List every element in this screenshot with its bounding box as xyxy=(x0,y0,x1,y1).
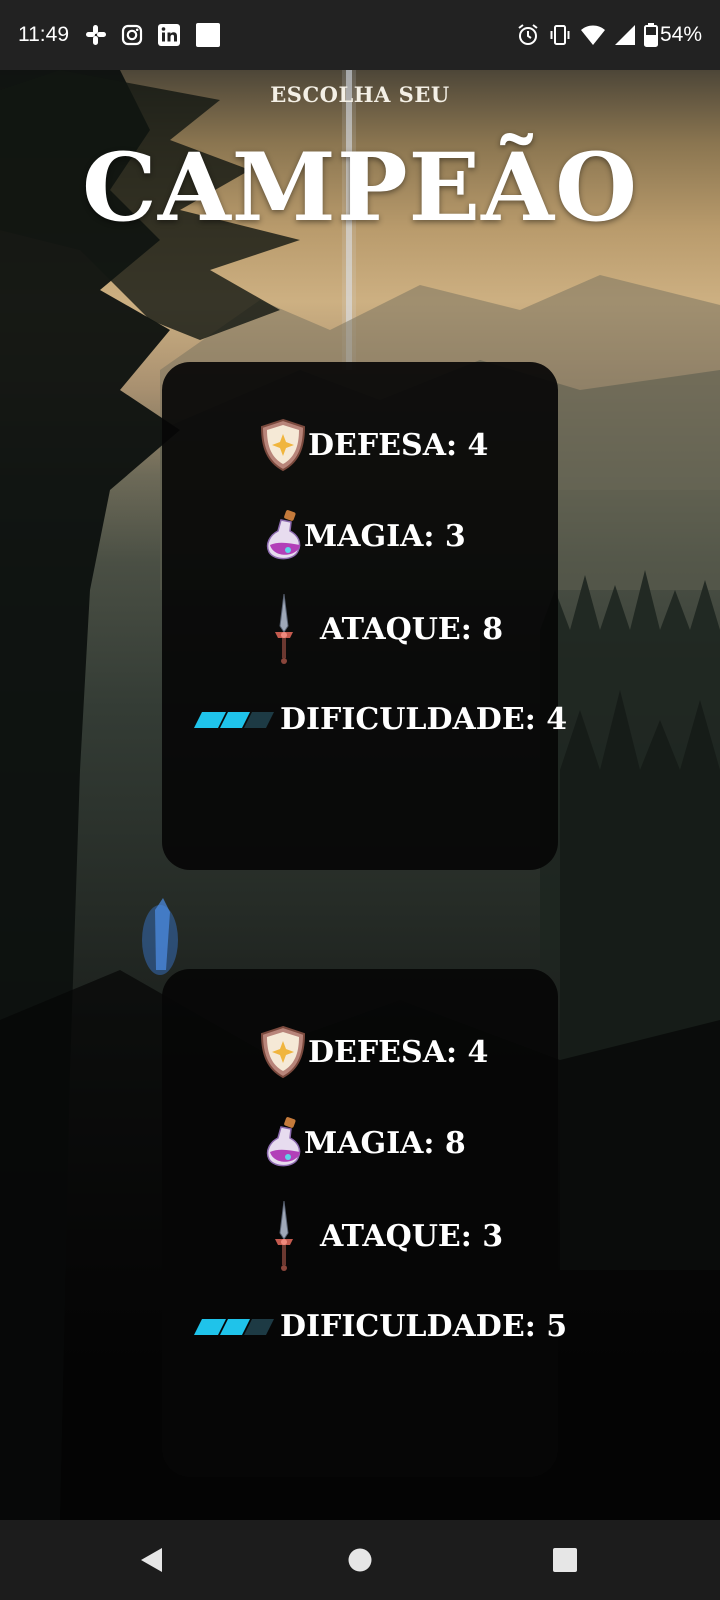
wifi-icon xyxy=(580,24,606,46)
dagger-icon xyxy=(264,1199,304,1273)
champion-card-2[interactable]: DEFESA: 4 MAGIA: 8 ATAQUE: 3 DIFICULDADE… xyxy=(162,969,567,1477)
stat-magic: MAGIA: 3 xyxy=(264,509,466,563)
stat-defense: DEFESA: 4 xyxy=(258,1025,488,1079)
stat-magic: MAGIA: 8 xyxy=(264,1116,466,1170)
stat-attack: ATAQUE: 8 xyxy=(264,592,503,666)
stat-attack-label: ATAQUE: 8 xyxy=(320,611,504,647)
recents-icon[interactable] xyxy=(545,1540,585,1580)
potion-icon xyxy=(264,509,304,563)
page-title: CAMPEÃO xyxy=(82,133,638,243)
shield-icon xyxy=(258,1025,308,1079)
battery-icon xyxy=(643,23,658,47)
stat-difficulty-label: DIFICULDADE: 4 xyxy=(280,702,568,737)
slack-icon xyxy=(85,24,107,46)
stat-magic-label: MAGIA: 8 xyxy=(304,1125,466,1161)
stat-magic-label: MAGIA: 3 xyxy=(304,518,466,554)
difficulty-bar-icon xyxy=(192,1317,276,1337)
status-bar: 11:49 54% xyxy=(0,0,720,70)
stat-difficulty: DIFICULDADE: 5 xyxy=(192,1309,567,1344)
stat-attack-label: ATAQUE: 3 xyxy=(320,1218,504,1254)
stat-difficulty: DIFICULDADE: 4 xyxy=(192,702,567,737)
potion-icon xyxy=(264,1116,304,1170)
vibrate-icon xyxy=(548,23,572,47)
app-square-icon xyxy=(195,22,221,48)
instagram-icon xyxy=(121,24,143,46)
linkedin-icon xyxy=(157,23,181,47)
stat-defense-label: DEFESA: 4 xyxy=(308,427,489,463)
status-time: 11:49 xyxy=(18,23,69,46)
difficulty-bar-icon xyxy=(192,710,276,730)
champion-card-1[interactable]: DEFESA: 4 MAGIA: 3 ATAQUE: 8 DIFICULDADE… xyxy=(162,362,567,870)
home-icon[interactable] xyxy=(340,1540,380,1580)
stat-defense: DEFESA: 4 xyxy=(258,418,488,472)
stat-defense-label: DEFESA: 4 xyxy=(308,1034,489,1070)
signal-icon xyxy=(614,24,636,46)
alarm-icon xyxy=(516,23,540,47)
battery-percentage: 54% xyxy=(659,23,702,46)
back-icon[interactable] xyxy=(131,1540,171,1580)
subtitle: ESCOLHA SEU xyxy=(270,82,450,107)
dagger-icon xyxy=(264,592,304,666)
stat-difficulty-label: DIFICULDADE: 5 xyxy=(280,1309,568,1344)
shield-icon xyxy=(258,418,308,472)
system-nav-bar xyxy=(0,1520,720,1600)
stat-attack: ATAQUE: 3 xyxy=(264,1199,503,1273)
